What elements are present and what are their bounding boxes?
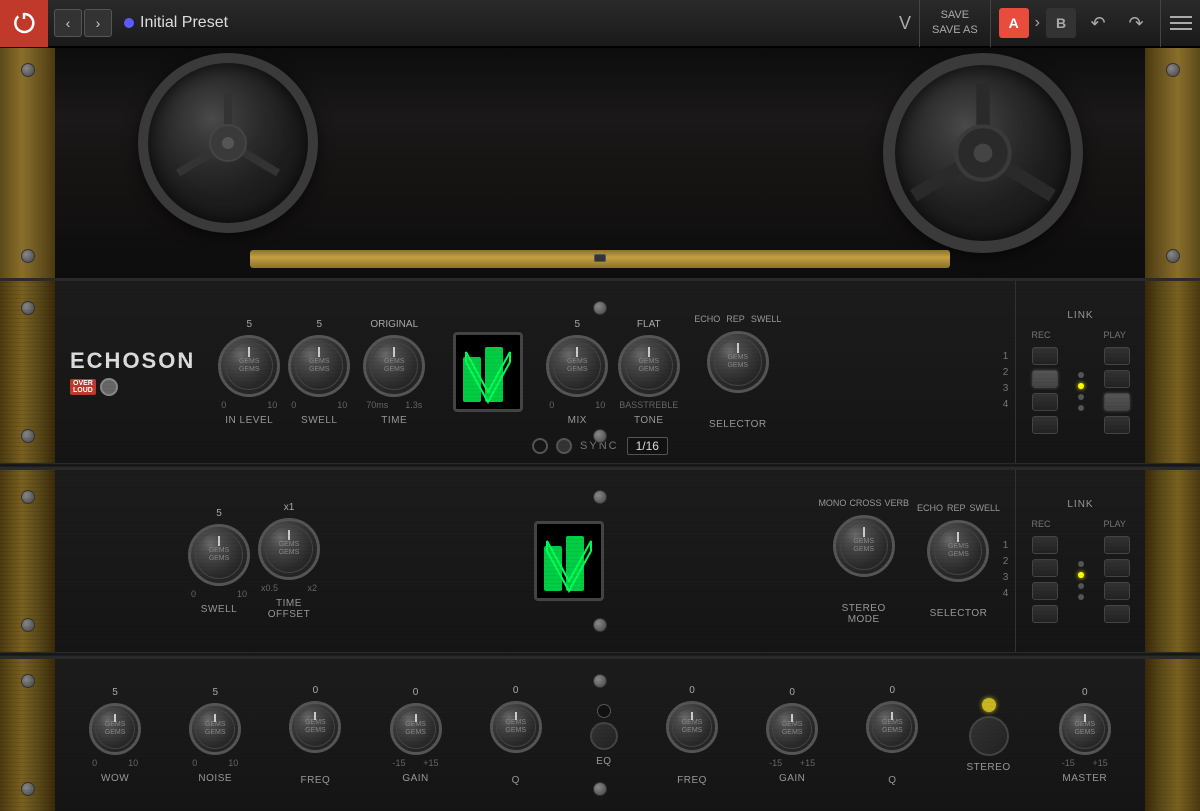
redo-button[interactable]: ↷	[1120, 7, 1152, 39]
reel-left	[138, 53, 318, 233]
gold-frame-left	[0, 48, 55, 278]
screw	[593, 490, 607, 504]
panel2: 5 GEMSGEMS 0 10 SWELL x1 GE	[0, 467, 1200, 652]
tape-reel-area	[55, 48, 1145, 233]
gold-frame-right	[1145, 48, 1200, 278]
reel-spokes-left	[168, 83, 288, 203]
preset-dropdown[interactable]: V	[891, 9, 919, 37]
screw	[593, 429, 607, 443]
preset-dot	[124, 18, 134, 28]
reel-spokes-right	[903, 73, 1063, 233]
screw	[593, 782, 607, 796]
screw	[593, 674, 607, 688]
screw	[21, 63, 35, 77]
power-button[interactable]	[0, 0, 48, 47]
screw	[593, 618, 607, 632]
menu-button[interactable]	[1160, 0, 1200, 47]
reel-right-mount	[883, 53, 1063, 233]
preset-name: Initial Preset	[140, 14, 891, 32]
prev-button[interactable]: ‹	[54, 9, 82, 37]
panel1-gold-right	[1145, 281, 1200, 463]
menu-icon	[1170, 16, 1192, 30]
ab-button-b[interactable]: B	[1046, 8, 1076, 38]
panel3-gold-right	[1145, 659, 1200, 811]
ab-arrow[interactable]: ›	[1035, 14, 1040, 32]
reel-left-mount	[138, 53, 318, 233]
tape-machine-body	[55, 48, 1145, 278]
undo-button[interactable]: ↶	[1082, 7, 1114, 39]
screw	[1166, 249, 1180, 263]
ab-section: A › B ↶ ↷	[991, 7, 1160, 39]
reel-left-outer	[138, 53, 318, 233]
save-section: SAVE SAVE AS	[919, 0, 991, 47]
screw	[21, 249, 35, 263]
tape-machine-section	[0, 48, 1200, 278]
reel-right	[883, 53, 1063, 233]
screw	[1166, 63, 1180, 77]
toolbar: ‹ › Initial Preset V SAVE SAVE AS A › B …	[0, 0, 1200, 48]
tape-notch	[594, 254, 606, 262]
panel3: 5 GEMSGEMS 0 10 WOW 5 GEMSG	[0, 656, 1200, 811]
next-button[interactable]: ›	[84, 9, 112, 37]
panel1: ECHOSON OVERLOUD 5 GEMSGEMS 0 10	[0, 278, 1200, 463]
ab-button-a[interactable]: A	[999, 8, 1029, 38]
save-button[interactable]: SAVE	[941, 8, 970, 23]
screw	[593, 301, 607, 315]
save-as-button[interactable]: SAVE AS	[932, 23, 978, 38]
panel2-gold-right	[1145, 470, 1200, 652]
reel-right-outer	[883, 53, 1083, 253]
nav-section: ‹ ›	[48, 9, 118, 37]
main-area: ECHOSON OVERLOUD 5 GEMSGEMS 0 10	[0, 48, 1200, 801]
